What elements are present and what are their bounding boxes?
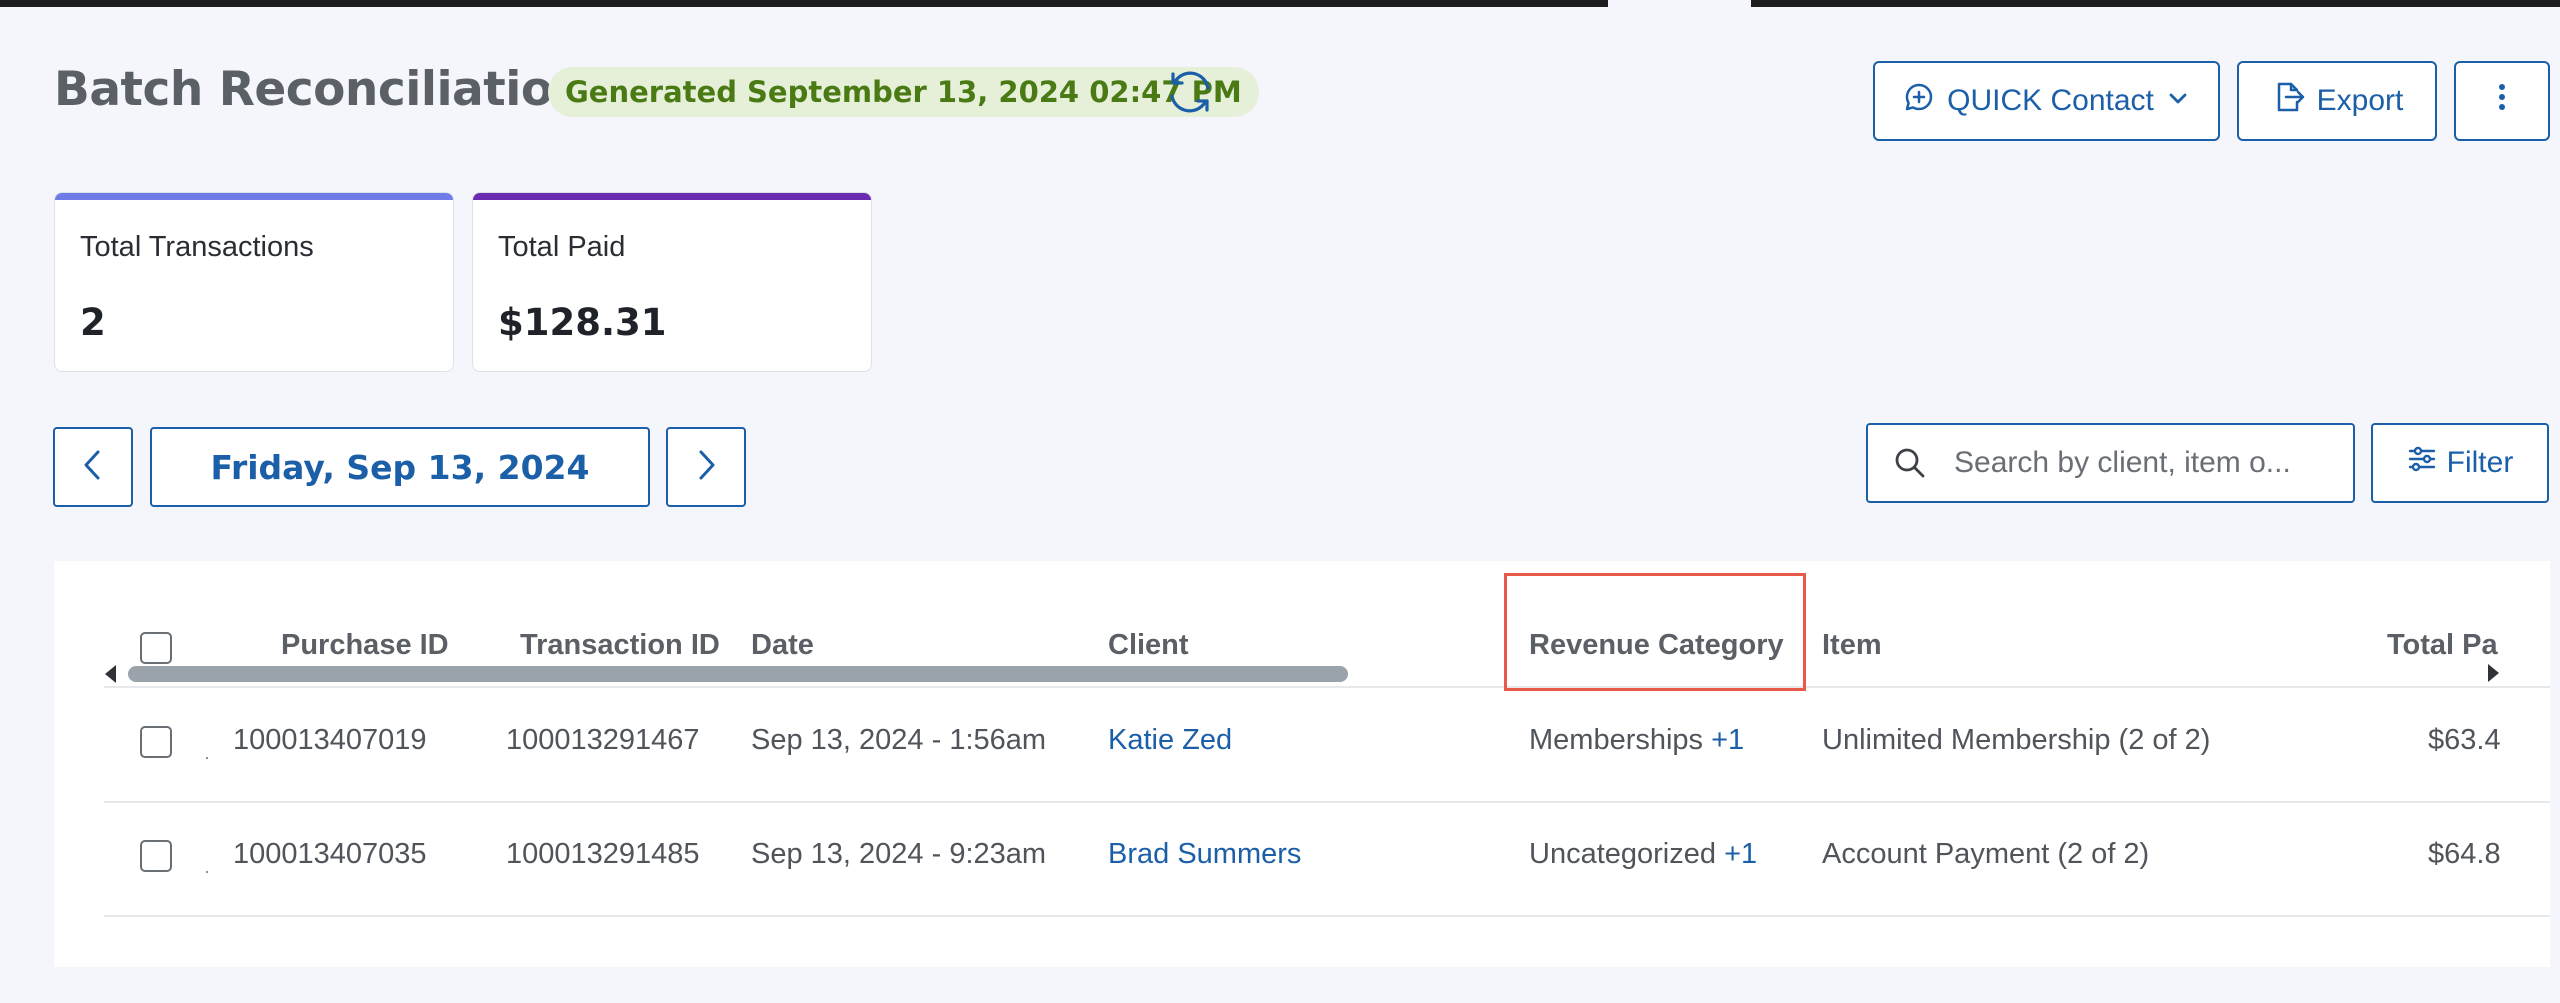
horizontal-scrollbar[interactable]	[128, 666, 1348, 682]
page-title: Batch Reconciliation	[54, 62, 586, 117]
total-paid-value: $64.8	[2428, 838, 2501, 870]
card-accent-bar	[473, 193, 871, 200]
card-label: Total Paid	[498, 231, 626, 263]
chevron-right-icon	[691, 448, 721, 486]
transaction-date: Sep 13, 2024 - 9:23am	[751, 838, 1047, 870]
scroll-left-arrow[interactable]	[105, 665, 116, 683]
revenue-category-value: Uncategorized +1	[1529, 838, 1757, 871]
column-header-client[interactable]: Client	[1108, 629, 1189, 662]
column-header-total-paid[interactable]: Total Pa	[2387, 629, 2498, 662]
search-icon	[1894, 447, 1926, 479]
transaction-id: 100013291467	[506, 724, 700, 756]
filter-button[interactable]: Filter	[2371, 423, 2549, 503]
generated-badge: Generated September 13, 2024 02:47 PM	[548, 67, 1259, 117]
top-bar-gap	[1608, 0, 1751, 7]
export-icon	[2271, 80, 2305, 122]
total-paid-card: Total Paid $128.31	[472, 192, 872, 372]
revenue-category-name: Uncategorized	[1529, 838, 1716, 870]
search-box[interactable]	[1866, 423, 2355, 503]
more-vertical-icon	[2497, 82, 2507, 120]
sliders-icon	[2407, 444, 2437, 482]
revenue-category-more-link[interactable]: +1	[1711, 724, 1744, 756]
row-checkbox[interactable]	[140, 726, 172, 758]
total-paid-value: $63.4	[2428, 724, 2501, 756]
client-link[interactable]: Brad Summers	[1108, 838, 1301, 871]
header-divider	[104, 686, 2550, 688]
next-day-button[interactable]	[666, 427, 746, 507]
select-all-checkbox[interactable]	[140, 632, 172, 664]
revenue-category-more-link[interactable]: +1	[1724, 838, 1757, 870]
previous-day-button[interactable]	[53, 427, 133, 507]
column-header-revenue-category[interactable]: Revenue Category	[1529, 629, 1784, 662]
card-value: 2	[80, 301, 106, 344]
quick-contact-button[interactable]: QUICK Contact	[1873, 61, 2220, 141]
refresh-icon[interactable]	[1164, 66, 1216, 118]
item-value: Unlimited Membership (2 of 2)	[1822, 724, 2211, 756]
column-header-purchase-id[interactable]: Purchase ID	[281, 629, 449, 662]
card-label: Total Transactions	[80, 231, 314, 263]
row-divider	[104, 801, 2550, 803]
row-marker	[206, 871, 208, 873]
quick-contact-label: QUICK Contact	[1947, 84, 2154, 117]
scroll-right-arrow[interactable]	[2488, 664, 2499, 682]
search-input[interactable]	[1954, 446, 2314, 480]
column-header-date[interactable]: Date	[751, 629, 814, 662]
transactions-table: Purchase ID Transaction ID Date Client R…	[54, 561, 2550, 967]
client-link[interactable]: Katie Zed	[1108, 724, 1232, 757]
total-transactions-card: Total Transactions 2	[54, 192, 454, 372]
current-date-button[interactable]: Friday, Sep 13, 2024	[150, 427, 650, 507]
card-accent-bar	[55, 193, 453, 200]
export-label: Export	[2316, 84, 2404, 117]
chevron-left-icon	[78, 448, 108, 486]
purchase-id: 100013407019	[233, 724, 427, 756]
revenue-category-name: Memberships	[1529, 724, 1704, 756]
chat-plus-icon	[1903, 81, 1935, 121]
column-header-item[interactable]: Item	[1822, 629, 1882, 662]
more-options-button[interactable]	[2454, 61, 2550, 141]
export-button[interactable]: Export	[2237, 61, 2437, 141]
filter-label: Filter	[2446, 446, 2514, 479]
transaction-date: Sep 13, 2024 - 1:56am	[751, 724, 1047, 756]
row-checkbox[interactable]	[140, 840, 172, 872]
item-value: Account Payment (2 of 2)	[1822, 838, 2150, 870]
column-header-transaction-id[interactable]: Transaction ID	[520, 629, 720, 662]
row-marker	[206, 757, 208, 759]
purchase-id: 100013407035	[233, 838, 427, 870]
revenue-category-value: Memberships +1	[1529, 724, 1744, 757]
chevron-down-icon	[2166, 84, 2190, 118]
row-divider	[104, 915, 2550, 917]
card-value: $128.31	[498, 301, 667, 344]
top-dark-bar	[0, 0, 2560, 7]
transaction-id: 100013291485	[506, 838, 700, 870]
